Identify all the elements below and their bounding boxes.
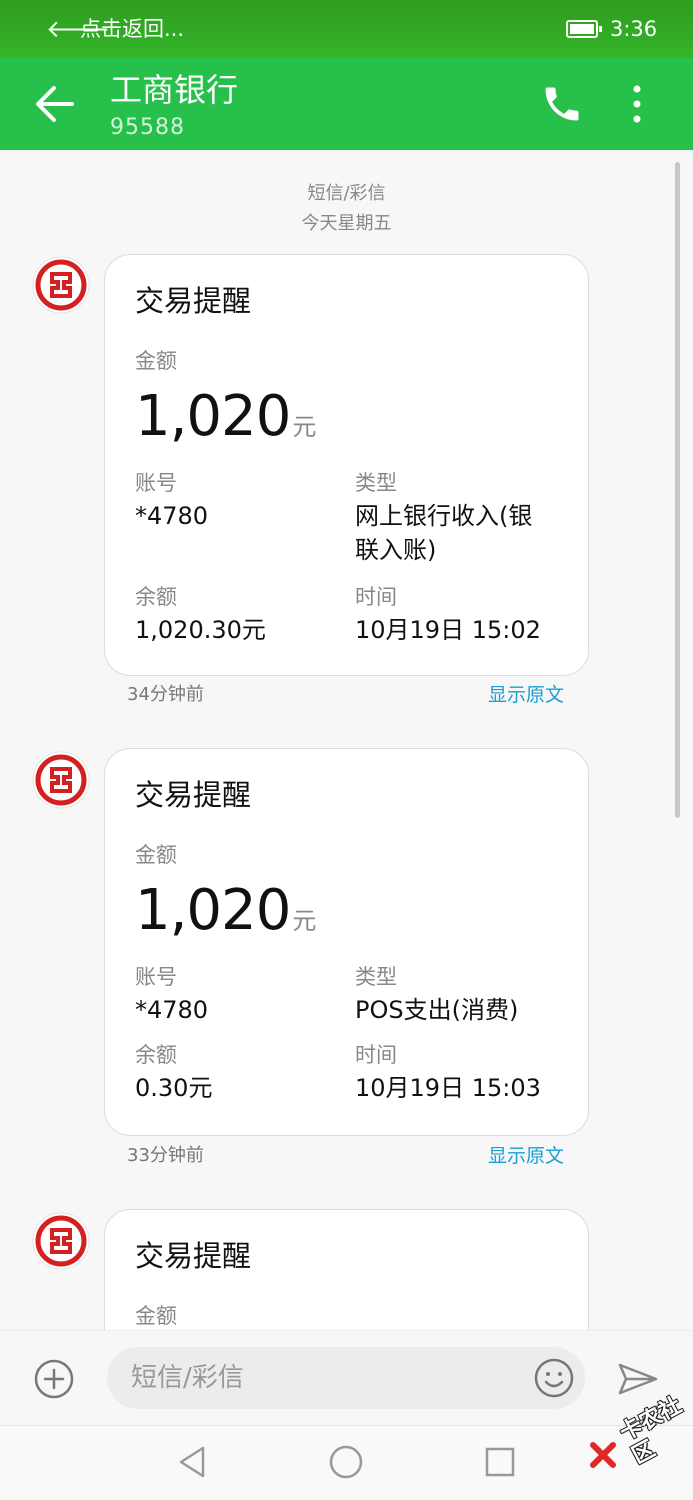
icbc-logo-icon[interactable] bbox=[32, 256, 90, 314]
show-original-link[interactable]: 显示原文 bbox=[488, 683, 564, 707]
transaction-card[interactable]: 交易提醒 金额 bbox=[104, 1209, 589, 1330]
watermark-logo-icon bbox=[590, 1442, 616, 1468]
transaction-card[interactable]: 交易提醒 金额 1,020元 账号 *4780 类型 POS支出(消费) 余额 … bbox=[104, 748, 589, 1136]
message-input[interactable]: 短信/彩信 bbox=[107, 1347, 585, 1409]
type-value: 网上银行收入(银 bbox=[355, 502, 533, 530]
channel-label: 短信/彩信 bbox=[307, 183, 386, 204]
show-original-link[interactable]: 显示原文 bbox=[488, 1144, 564, 1168]
return-to-app-link[interactable]: 点击返回... bbox=[80, 14, 184, 44]
balance-value: 0.30元 bbox=[135, 1074, 213, 1102]
date-divider: 今天星期五 bbox=[301, 213, 392, 234]
type-label: 类型 bbox=[355, 471, 397, 495]
balance-value: 1,020.30元 bbox=[135, 616, 266, 644]
amount-label: 金额 bbox=[135, 1304, 177, 1328]
balance-label: 余额 bbox=[135, 1043, 177, 1067]
account-label: 账号 bbox=[135, 471, 177, 495]
transaction-card[interactable]: 交易提醒 金额 1,020元 账号 *4780 类型 网上银行收入(银 联入账)… bbox=[104, 254, 589, 676]
triangle-back-icon[interactable] bbox=[175, 1444, 211, 1480]
circle-home-icon[interactable] bbox=[328, 1444, 364, 1480]
type-label: 类型 bbox=[355, 965, 397, 989]
amount-value: 1,020元 bbox=[135, 878, 317, 943]
clock: 3:36 bbox=[610, 17, 658, 41]
card-title: 交易提醒 bbox=[135, 284, 252, 318]
icbc-logo-icon[interactable] bbox=[32, 751, 90, 809]
card-title: 交易提醒 bbox=[135, 778, 252, 812]
message-age: 34分钟前 bbox=[127, 684, 204, 705]
send-icon[interactable] bbox=[616, 1361, 660, 1397]
square-recents-icon[interactable] bbox=[482, 1444, 518, 1480]
time-value: 10月19日 15:03 bbox=[355, 1074, 541, 1102]
more-vertical-icon[interactable] bbox=[622, 82, 652, 126]
account-value: *4780 bbox=[135, 502, 209, 530]
battery-icon bbox=[566, 20, 602, 38]
amount-label: 金额 bbox=[135, 349, 177, 373]
arrow-left-icon[interactable] bbox=[30, 76, 80, 132]
type-value-cont: 联入账) bbox=[355, 536, 437, 564]
time-label: 时间 bbox=[355, 585, 397, 609]
message-age: 33分钟前 bbox=[127, 1145, 204, 1166]
type-value: POS支出(消费) bbox=[355, 996, 519, 1024]
time-label: 时间 bbox=[355, 1043, 397, 1067]
time-value: 10月19日 15:02 bbox=[355, 616, 541, 644]
contact-number: 95588 bbox=[110, 115, 185, 140]
icbc-logo-icon[interactable] bbox=[32, 1212, 90, 1270]
amount-label: 金额 bbox=[135, 843, 177, 867]
watermark: 卡农社区 bbox=[590, 1393, 690, 1482]
message-thread[interactable]: 短信/彩信 今天星期五 交易提醒 金额 1,020元 账号 *4780 类型 网… bbox=[0, 150, 693, 1330]
contact-name: 工商银行 bbox=[110, 71, 239, 109]
scrollbar[interactable] bbox=[675, 162, 680, 818]
conversation-header: 工商银行 95588 bbox=[0, 58, 693, 150]
smiley-icon[interactable] bbox=[534, 1358, 574, 1398]
account-value: *4780 bbox=[135, 996, 209, 1024]
balance-label: 余额 bbox=[135, 585, 177, 609]
account-label: 账号 bbox=[135, 965, 177, 989]
message-input-placeholder: 短信/彩信 bbox=[131, 1363, 244, 1393]
plus-circle-icon[interactable] bbox=[34, 1359, 74, 1399]
watermark-text: 卡农社区 bbox=[616, 1393, 687, 1470]
status-bar: 🡐 点击返回... 3:36 bbox=[0, 0, 693, 58]
phone-icon[interactable] bbox=[540, 82, 584, 126]
card-title: 交易提醒 bbox=[135, 1239, 252, 1273]
amount-value: 1,020元 bbox=[135, 384, 317, 449]
